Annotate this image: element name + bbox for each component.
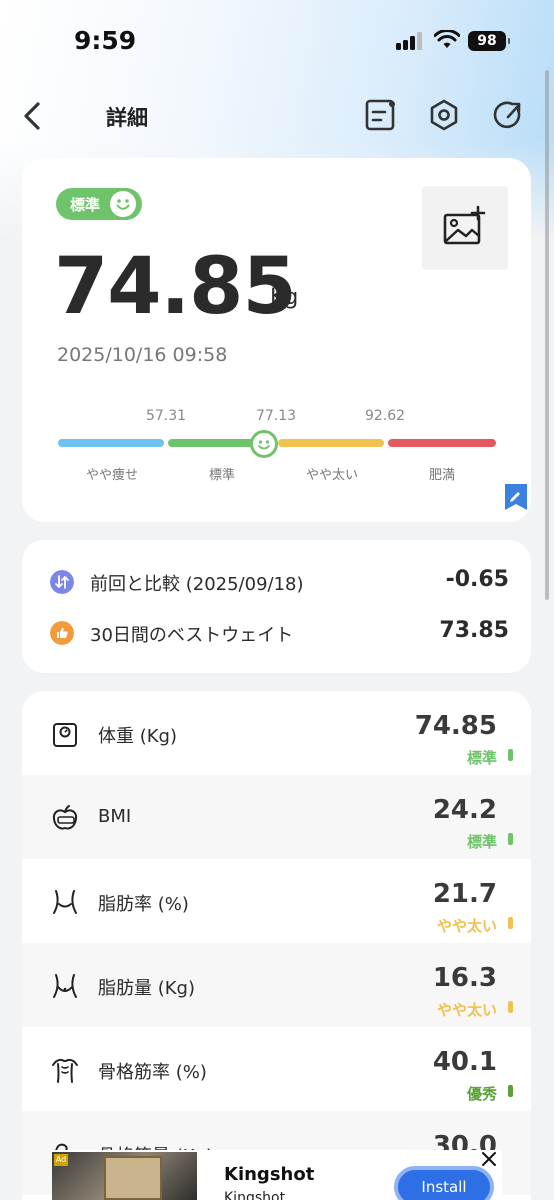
- metric-label: 骨格筋率 (%): [98, 1062, 207, 1083]
- add-photo-button[interactable]: [422, 186, 508, 270]
- muscle-icon: [52, 1058, 78, 1083]
- scale-icon: [53, 723, 77, 747]
- metric-status-indicator: [508, 749, 513, 761]
- ad-subtitle: Kingshot: [224, 1190, 286, 1200]
- range-bar-obese: [388, 439, 496, 447]
- cellular-signal-icon: [396, 32, 426, 50]
- ad-install-button[interactable]: Install: [394, 1166, 494, 1200]
- metric-row-skeletal-muscle-rate[interactable]: 骨格筋率 (%) 40.1 優秀: [22, 1027, 531, 1111]
- compare-arrows-icon: [50, 570, 74, 594]
- metric-row-fat-mass[interactable]: 脂肪量 (Kg) 16.3 やや太い: [22, 943, 531, 1027]
- metric-value: 21.7: [432, 879, 497, 909]
- status-badge: 標準: [56, 188, 142, 220]
- metric-value: 24.2: [432, 795, 497, 825]
- range-bar-underweight: [58, 439, 164, 447]
- ad-banner[interactable]: Ad Kingshot Kingshot Install: [52, 1150, 502, 1200]
- apple-bmi-icon: [52, 805, 78, 830]
- metric-row-weight[interactable]: 体重 (Kg) 74.85 標準: [22, 691, 531, 775]
- weight-position-marker: [250, 430, 278, 458]
- metric-status: やや太い: [436, 917, 497, 935]
- smiley-icon: [110, 191, 136, 217]
- waist-icon: [53, 890, 77, 914]
- comparison-row[interactable]: 前回と比較 (2025/09/18) -0.65: [22, 557, 531, 607]
- page-title: 詳細: [106, 106, 148, 130]
- thumbs-up-icon: [50, 621, 74, 645]
- range-label: やや痩せ: [85, 468, 138, 483]
- metric-label: 体重 (Kg): [98, 726, 177, 747]
- metric-value: 74.85: [414, 711, 497, 741]
- best-weight-label: 30日間のベストウェイト: [90, 625, 294, 646]
- wifi-icon: [434, 30, 460, 48]
- measurement-datetime: 2025/10/16 09:58: [57, 344, 228, 366]
- ad-title: Kingshot: [224, 1164, 315, 1185]
- range-tick: 57.31: [145, 408, 187, 424]
- close-icon[interactable]: [480, 1150, 498, 1168]
- comparison-value: -0.65: [445, 567, 509, 592]
- status-badge-label: 標準: [70, 196, 101, 214]
- metric-status-indicator: [508, 917, 513, 929]
- metric-value: 40.1: [432, 1047, 497, 1077]
- weight-summary-card: 標準 74.85 Kg 2025/10/16 09:58 57.31 77.13…: [22, 158, 531, 522]
- range-tick: 77.13: [255, 408, 297, 424]
- range-tick: 92.62: [364, 408, 406, 424]
- metric-status-indicator: [508, 1001, 513, 1013]
- range-label: 肥満: [428, 468, 455, 483]
- notes-icon[interactable]: [364, 98, 398, 132]
- metric-status: 標準: [466, 833, 497, 851]
- weight-unit: Kg: [270, 285, 299, 310]
- range-label: やや太い: [305, 468, 358, 483]
- metric-row-bmi[interactable]: BMI 24.2 標準: [22, 775, 531, 859]
- share-icon[interactable]: [491, 98, 525, 132]
- metric-status-indicator: [508, 833, 513, 845]
- metric-status-indicator: [508, 1085, 513, 1097]
- weight-value: 74.85: [54, 242, 297, 332]
- back-arrow-icon[interactable]: [18, 98, 46, 134]
- metric-label: 脂肪率 (%): [98, 894, 189, 915]
- metric-row-body-fat-rate[interactable]: 脂肪率 (%) 21.7 やや太い: [22, 859, 531, 943]
- metric-status: やや太い: [436, 1001, 497, 1019]
- comparison-card: 前回と比較 (2025/09/18) -0.65 30日間のベストウェイト 73…: [22, 540, 531, 673]
- metric-label: BMI: [98, 806, 132, 827]
- metric-status: 優秀: [466, 1085, 497, 1103]
- best-weight-row[interactable]: 30日間のベストウェイト 73.85: [22, 608, 531, 658]
- belly-icon: [53, 974, 77, 998]
- body-metrics-list: 体重 (Kg) 74.85 標準 BMI 24.2 標準 脂肪率 (%) 21.…: [22, 691, 531, 1200]
- add-image-icon: [443, 205, 486, 245]
- status-time: 9:59: [74, 26, 137, 55]
- ad-marker-icon: Ad: [54, 1154, 68, 1166]
- status-bar: 9:59 98: [0, 0, 554, 80]
- best-weight-value: 73.85: [439, 618, 509, 643]
- metric-status: 標準: [466, 749, 497, 767]
- range-bar-overweight: [278, 439, 384, 447]
- navigation-bar: 詳細: [0, 88, 554, 144]
- settings-hexagon-icon[interactable]: [427, 98, 461, 132]
- scroll-indicator[interactable]: [545, 70, 549, 600]
- comparison-label: 前回と比較 (2025/09/18): [90, 574, 304, 595]
- edit-bookmark-icon[interactable]: [504, 484, 528, 510]
- ad-image[interactable]: Ad: [52, 1152, 197, 1200]
- battery-indicator: 98: [468, 31, 510, 51]
- metric-label: 脂肪量 (Kg): [98, 978, 195, 999]
- metric-value: 16.3: [432, 963, 497, 993]
- ad-game-artwork: [104, 1156, 162, 1200]
- range-label: 標準: [208, 468, 235, 483]
